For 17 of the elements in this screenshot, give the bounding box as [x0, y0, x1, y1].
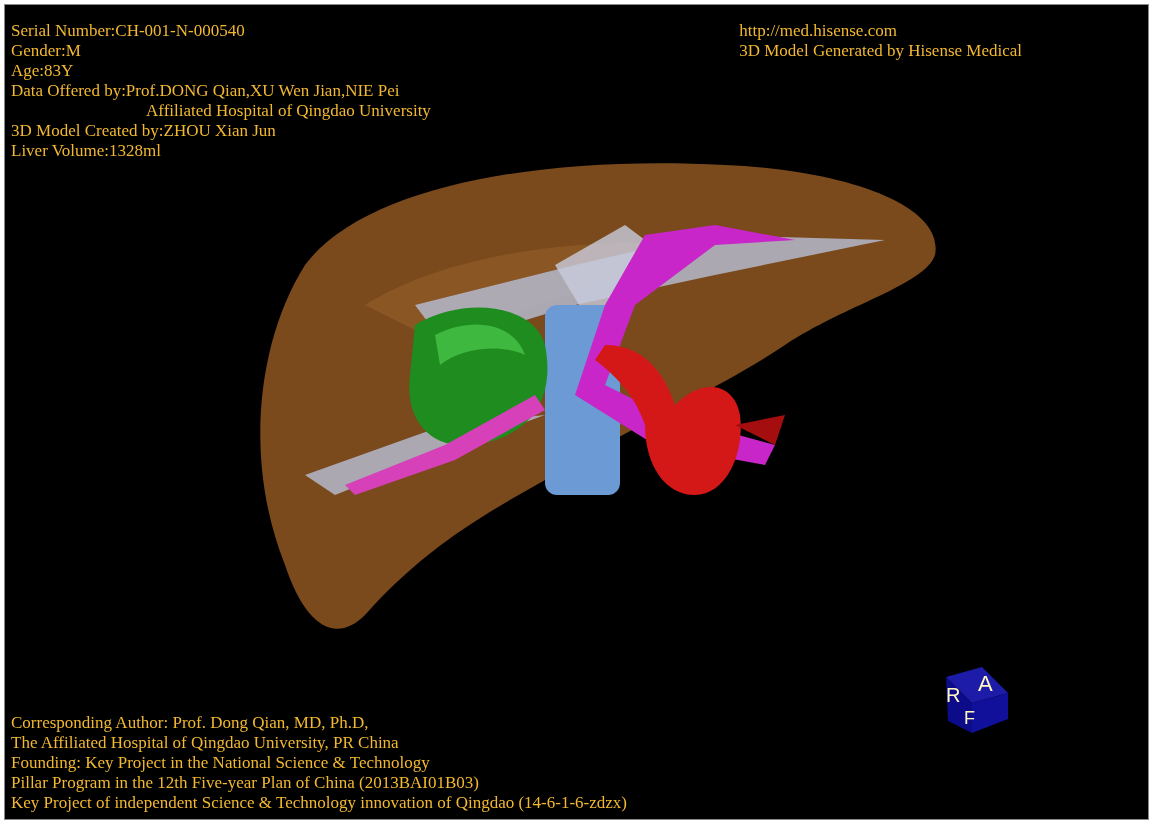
footer-line: Corresponding Author: Prof. Dong Qian, MD, Ph.D, [11, 713, 370, 733]
info-line: Age:83Y [11, 61, 75, 81]
info-line: Liver Volume:1328ml [11, 141, 162, 161]
info-line: Affiliated Hospital of Qingdao University [145, 101, 431, 121]
axis-label: R [946, 685, 961, 705]
info-line: Gender:M [11, 41, 82, 61]
footer-line: Founding: Key Project in the National Science & Technology [11, 753, 431, 773]
footer-line: Key Project of independent Science & Technology innovation of Qingdao (14-6-1-6-zdzx) [11, 793, 627, 813]
info-line: Serial Number:CH-001-N-000540 [11, 21, 246, 41]
axis-label: A [978, 673, 993, 695]
info-line: 3D Model Created by:ZHOU Xian Jun [11, 121, 277, 141]
footer-line: Pillar Program in the 12th Five-year Plan of China (2013BAI01B03) [11, 773, 480, 793]
axis-label: F [964, 709, 975, 727]
info-line: 3D Model Generated by Hisense Medical [739, 41, 1022, 61]
info-line: Data Offered by:Prof.DONG Qian,XU Wen Jian,NIE Pei [11, 81, 401, 101]
footer-line: The Affiliated Hospital of Qingdao University, PR China [11, 733, 400, 753]
website-link[interactable]: http://med.hisense.com [739, 21, 1022, 41]
